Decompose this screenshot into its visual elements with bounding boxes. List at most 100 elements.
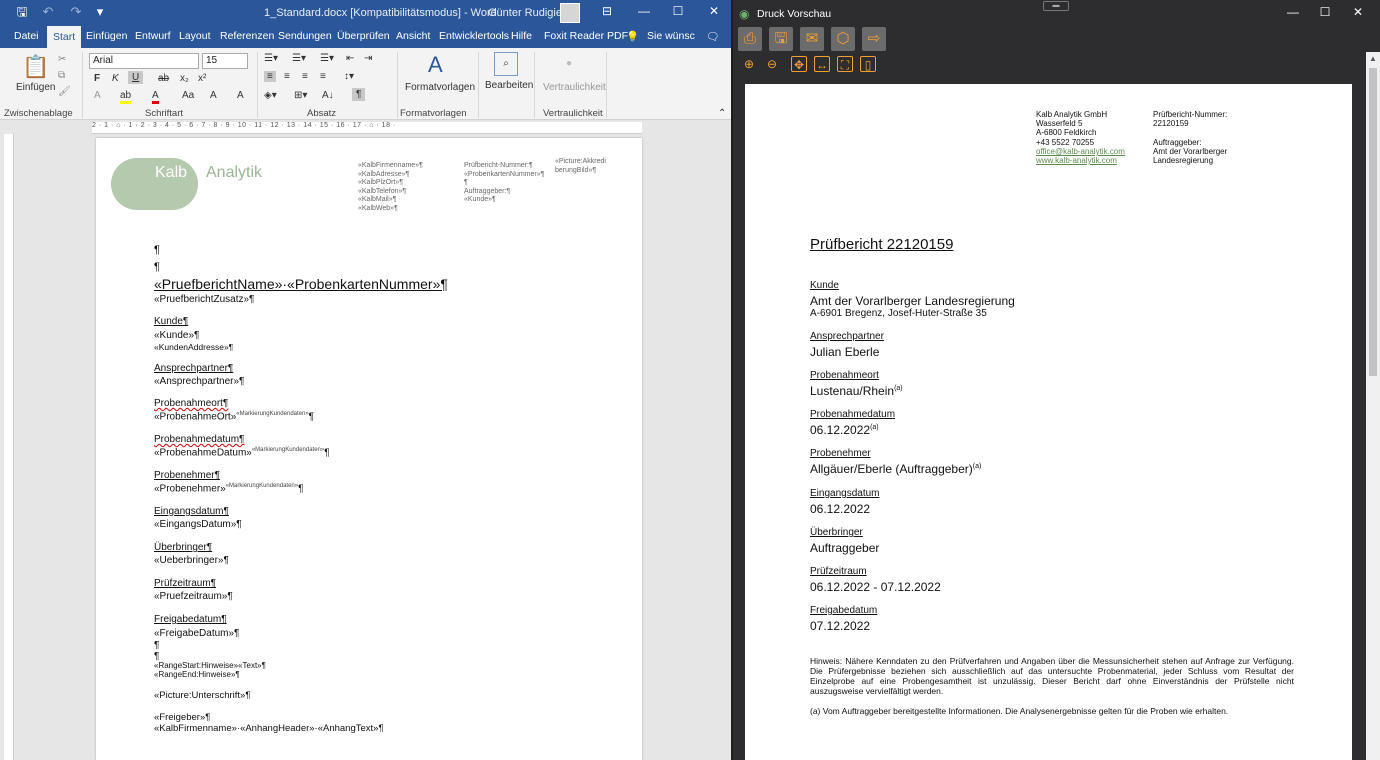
client-label: Auftraggeber: (1153, 138, 1202, 147)
freigeber-field: «Freigeber»¶ (154, 712, 211, 723)
horizontal-ruler[interactable]: 2 · 1 · ⌂ · 1 · 2 · 3 · 4 · 5 · 6 · 7 · … (92, 122, 642, 134)
numbering-icon[interactable]: ☰▾ (292, 53, 306, 64)
grow-font-icon[interactable]: A (210, 90, 217, 101)
line-spacing-icon[interactable]: ↕▾ (344, 71, 354, 82)
change-case-icon[interactable]: Aa (182, 90, 194, 101)
save-icon[interactable]: 🖫 (769, 27, 793, 51)
tab-referenzen[interactable]: Referenzen (220, 30, 274, 42)
maximize-icon[interactable]: ☐ (1315, 5, 1335, 23)
tab-ueberpruefen[interactable]: Überprüfen (337, 30, 390, 42)
vertical-ruler[interactable] (4, 134, 14, 760)
footnote-mark: (a) (894, 385, 903, 392)
shading-icon[interactable]: ◈▾ (264, 90, 277, 101)
close-icon[interactable]: ✕ (704, 4, 724, 22)
borders-icon[interactable]: ⊞▾ (294, 90, 307, 101)
minimize-icon[interactable]: — (1283, 5, 1303, 23)
group-font: Schriftart (145, 108, 184, 119)
tab-foxit[interactable]: Foxit Reader PDF (544, 30, 628, 42)
align-left-icon[interactable]: ≡ (264, 71, 276, 82)
paste-icon[interactable]: 📋 (22, 54, 49, 80)
scroll-thumb[interactable] (1369, 68, 1377, 376)
company-mail[interactable]: office@kalb-analytik.com (1036, 147, 1125, 156)
document-page[interactable]: Kalb Analytik «KalbFirmenname»¶ «KalbAdr… (96, 138, 642, 760)
format-painter-icon[interactable]: 🖌 (58, 86, 71, 97)
send-icon[interactable]: ⇨ (862, 27, 886, 51)
underline-button[interactable]: U (128, 71, 144, 84)
export-icon[interactable]: ⬡ (831, 27, 855, 51)
mail-link[interactable]: office@kalb-analytik.com (1036, 147, 1125, 156)
justify-icon[interactable]: ≡ (320, 71, 326, 82)
mail-icon[interactable]: ✉ (800, 27, 824, 51)
search-icon[interactable]: ⌕ (494, 52, 518, 76)
web-link[interactable]: www.kalb-analytik.com (1036, 156, 1117, 165)
comments-icon[interactable]: 🗨 (706, 30, 719, 43)
tab-hilfe[interactable]: Hilfe (511, 30, 532, 42)
clear-format-icon[interactable]: A (237, 90, 244, 101)
ribbon-display-icon[interactable]: ⊟ (597, 4, 617, 22)
tab-start[interactable]: Start (47, 26, 82, 48)
drag-handle[interactable]: ▬ (1043, 1, 1069, 11)
bullets-icon[interactable]: ☰▾ (264, 53, 278, 64)
tab-datei[interactable]: Datei (14, 30, 39, 42)
superscript-button[interactable]: x² (198, 73, 206, 84)
edit-button[interactable]: Bearbeiten (485, 80, 533, 91)
minimize-icon[interactable]: — (634, 4, 654, 22)
undo-icon[interactable]: ↶ (40, 4, 56, 20)
font-name-select[interactable]: Arial (89, 53, 199, 69)
company-web[interactable]: www.kalb-analytik.com (1036, 156, 1117, 165)
outdent-icon[interactable]: ⇥ (364, 53, 372, 64)
copy-icon[interactable]: ⧉ (58, 70, 65, 81)
tab-sendungen[interactable]: Sendungen (278, 30, 332, 42)
paste-button[interactable]: Einfügen (16, 82, 55, 93)
actual-size-icon[interactable]: ⛶ (837, 56, 853, 72)
avatar[interactable] (560, 3, 580, 23)
tab-layout[interactable]: Layout (179, 30, 211, 42)
styles-button[interactable]: Formatvorlagen (405, 82, 475, 93)
maximize-icon[interactable]: ☐ (668, 4, 688, 22)
save-icon[interactable]: 🖫 (14, 4, 30, 20)
tab-einfuegen[interactable]: Einfügen (86, 30, 127, 42)
value-pruefzeitraum: «Pruefzeitraum»¶ (154, 591, 233, 602)
italic-button[interactable]: K (112, 73, 119, 84)
preview-scrollbar[interactable]: ▲ (1366, 52, 1380, 760)
tab-entwurf[interactable]: Entwurf (135, 30, 171, 42)
highlight-icon[interactable]: ab (120, 90, 132, 104)
close-icon[interactable]: ✕ (1348, 5, 1368, 23)
tab-ansicht[interactable]: Ansicht (396, 30, 430, 42)
multilevel-icon[interactable]: ☰▾ (320, 53, 334, 64)
label-freigabedatum: Freigabedatum (810, 605, 878, 616)
tell-me-input[interactable]: Sie wünsc (647, 30, 695, 42)
customize-quick-access-icon[interactable]: ▾ (92, 4, 108, 20)
bold-button[interactable]: F (94, 73, 100, 84)
print-icon[interactable]: ⎙ (738, 27, 762, 51)
collapse-ribbon-icon[interactable]: ⌃ (718, 108, 726, 119)
show-marks-icon[interactable]: ¶ (352, 88, 366, 101)
ribbon-tabs: Datei Start Einfügen Entwurf Layout Refe… (0, 26, 731, 48)
two-pages-icon[interactable]: ▯ (860, 56, 876, 72)
fit-width-icon[interactable]: ↔ (814, 56, 830, 72)
window-title: 1_Standard.docx [Kompatibilitätsmodus] -… (264, 7, 497, 19)
zoom-in-icon[interactable]: ⊕ (741, 56, 757, 72)
align-center-icon[interactable]: ≡ (284, 71, 290, 82)
tab-entwicklertools[interactable]: Entwicklertools (439, 30, 509, 42)
label-kunde: Kunde (810, 280, 839, 291)
font-size-select[interactable]: 15 (202, 53, 248, 69)
group-separator (534, 52, 535, 118)
sort-icon[interactable]: A↓ (322, 90, 334, 101)
strikethrough-button[interactable]: ab (158, 73, 169, 84)
font-color-icon[interactable]: A (152, 90, 159, 104)
fit-page-icon[interactable]: ✥ (791, 56, 807, 72)
subscript-button[interactable]: x₂ (180, 73, 189, 84)
align-right-icon[interactable]: ≡ (302, 71, 308, 82)
preview-toolbar: ⎙ 🖫 ✉ ⬡ ⇨ ⊕ ⊖ ✥ ↔ ⛶ ▯ (733, 26, 1380, 80)
cut-icon[interactable]: ✂ (58, 54, 66, 65)
styles-icon[interactable]: A (428, 52, 443, 78)
app-icon: ◉ (739, 7, 750, 21)
redo-icon[interactable]: ↷ (68, 4, 84, 20)
indent-icon[interactable]: ⇤ (346, 53, 354, 64)
merge-field: «ProbenahmeOrt» (154, 411, 237, 423)
text-effects-icon[interactable]: A (94, 90, 101, 101)
zoom-out-icon[interactable]: ⊖ (764, 56, 780, 72)
scroll-up-icon[interactable]: ▲ (1369, 54, 1377, 63)
group-separator (478, 52, 479, 118)
